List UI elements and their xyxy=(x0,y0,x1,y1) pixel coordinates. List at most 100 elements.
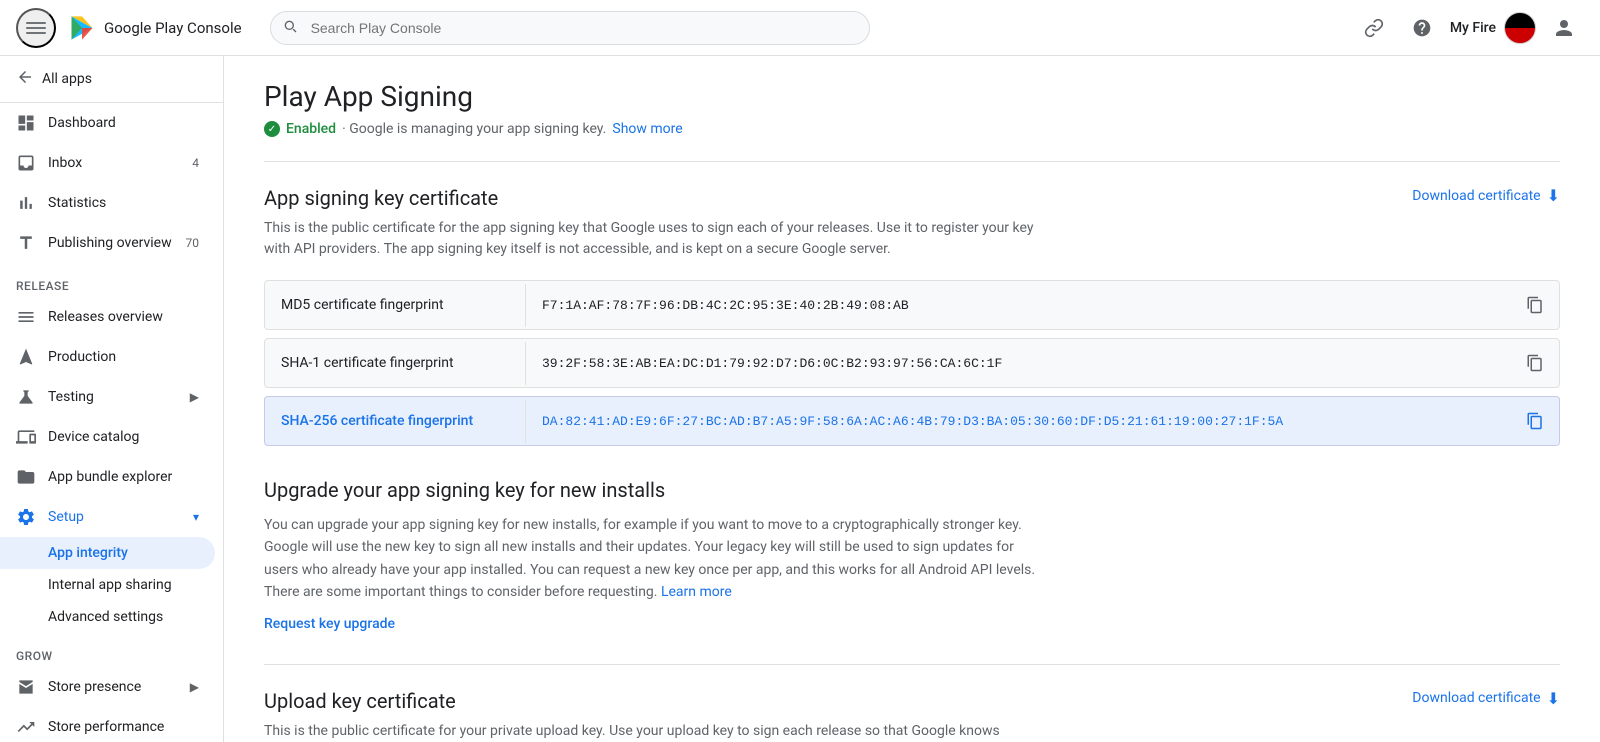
sidebar-item-label: Statistics xyxy=(48,195,106,211)
sidebar-item-setup[interactable]: Setup ▾ xyxy=(0,497,215,537)
sidebar-item-label: Publishing overview xyxy=(48,235,172,251)
menu-icon[interactable] xyxy=(16,8,56,48)
cert-row-sha256: SHA-256 certificate fingerprint DA:82:41… xyxy=(264,396,1560,446)
topbar-logo-text: Google Play Console xyxy=(104,19,242,37)
cert-sha256-label: SHA-256 certificate fingerprint xyxy=(265,399,525,443)
upload-cert-desc: This is the public certificate for your … xyxy=(264,721,1044,742)
sidebar-item-releases-overview[interactable]: Releases overview xyxy=(0,297,215,337)
sidebar-sub-label: Advanced settings xyxy=(48,609,163,625)
topbar: Google Play Console My Fire xyxy=(0,0,1600,56)
signing-cert-desc: This is the public certificate for the a… xyxy=(264,218,1044,260)
download-upload-cert-label: Download certificate xyxy=(1412,690,1540,706)
testing-icon xyxy=(16,387,36,407)
account-icon-button[interactable] xyxy=(1544,8,1584,48)
app-name-label: My Fire xyxy=(1450,20,1496,36)
inbox-badge: 4 xyxy=(192,156,199,170)
sidebar-item-label: Store presence xyxy=(48,679,141,695)
sidebar-item-label: Releases overview xyxy=(48,309,163,325)
page-title: Play App Signing xyxy=(264,80,1560,113)
store-presence-icon xyxy=(16,677,36,697)
sidebar-item-label: Device catalog xyxy=(48,429,139,445)
download-upload-icon: ⬇ xyxy=(1547,689,1560,708)
sidebar-item-store-presence[interactable]: Store presence ▶ xyxy=(0,667,215,707)
store-presence-expand-icon: ▶ xyxy=(190,680,199,694)
sidebar-item-publishing-overview[interactable]: Publishing overview 70 xyxy=(0,223,215,263)
sidebar-sub-item-internal-app-sharing[interactable]: Internal app sharing xyxy=(0,569,215,601)
sidebar-sub-item-advanced-settings[interactable]: Advanced settings xyxy=(0,601,215,633)
sidebar-item-store-performance[interactable]: Store performance xyxy=(0,707,215,742)
sidebar-item-statistics[interactable]: Statistics xyxy=(0,183,215,223)
divider-1 xyxy=(264,161,1560,162)
topbar-search-container xyxy=(270,11,870,45)
cert-sha1-label: SHA-1 certificate fingerprint xyxy=(265,341,525,385)
cert-sha1-value: 39:2F:58:3E:AB:EA:DC:D1:79:92:D7:D6:0C:B… xyxy=(525,342,1511,385)
sidebar-item-device-catalog[interactable]: Device catalog xyxy=(0,417,215,457)
upload-cert-section: Upload key certificate Download certific… xyxy=(264,689,1560,742)
device-catalog-icon xyxy=(16,427,36,447)
dashboard-icon xyxy=(16,113,36,133)
download-signing-cert-label: Download certificate xyxy=(1412,188,1540,204)
cert-row-sha1: SHA-1 certificate fingerprint 39:2F:58:3… xyxy=(264,338,1560,388)
search-icon xyxy=(282,18,298,38)
inbox-icon xyxy=(16,153,36,173)
sidebar-item-production[interactable]: Production xyxy=(0,337,215,377)
upgrade-title: Upgrade your app signing key for new ins… xyxy=(264,478,1560,502)
app-bundle-icon xyxy=(16,467,36,487)
sidebar: All apps Dashboard Inbox 4 Statistics xyxy=(0,56,224,742)
cert-md5-value: F7:1A:AF:78:7F:96:DB:4C:2C:95:3E:40:2B:4… xyxy=(525,284,1511,327)
cert-md5-copy-button[interactable] xyxy=(1511,281,1559,329)
production-icon xyxy=(16,347,36,367)
cert-md5-label: MD5 certificate fingerprint xyxy=(265,283,525,327)
sidebar-sub-label: Internal app sharing xyxy=(48,577,172,593)
topbar-right: My Fire xyxy=(1354,8,1584,48)
publishing-icon xyxy=(16,233,36,253)
main-content: Play App Signing Enabled · Google is man… xyxy=(224,56,1600,742)
learn-more-link[interactable]: Learn more xyxy=(661,584,732,600)
divider-2 xyxy=(264,664,1560,665)
sidebar-item-app-bundle-explorer[interactable]: App bundle explorer xyxy=(0,457,215,497)
signing-cert-header: App signing key certificate Download cer… xyxy=(264,186,1560,210)
search-input[interactable] xyxy=(270,11,870,45)
sidebar-item-dashboard[interactable]: Dashboard xyxy=(0,103,215,143)
status-enabled-icon xyxy=(264,121,280,137)
link-icon-button[interactable] xyxy=(1354,8,1394,48)
signing-cert-title: App signing key certificate xyxy=(264,186,498,210)
signing-cert-section: App signing key certificate Download cer… xyxy=(264,186,1560,446)
download-signing-icon: ⬇ xyxy=(1547,186,1560,205)
sidebar-item-label: Testing xyxy=(48,389,94,405)
publishing-badge: 70 xyxy=(186,236,200,250)
testing-expand-icon: ▶ xyxy=(190,390,199,404)
status-enabled-label: Enabled xyxy=(286,121,336,137)
download-upload-cert-button[interactable]: Download certificate ⬇ xyxy=(1412,689,1560,708)
upgrade-desc-text: You can upgrade your app signing key for… xyxy=(264,517,1035,600)
sidebar-item-inbox[interactable]: Inbox 4 xyxy=(0,143,215,183)
upload-cert-title: Upload key certificate xyxy=(264,689,456,713)
cert-sha256-copy-button[interactable] xyxy=(1511,397,1559,445)
sidebar-sub-item-app-integrity[interactable]: App integrity xyxy=(0,537,215,569)
show-more-link[interactable]: Show more xyxy=(612,121,682,137)
status-desc: · Google is managing your app signing ke… xyxy=(342,121,606,137)
statistics-icon xyxy=(16,193,36,213)
sidebar-item-label: Setup xyxy=(48,509,84,525)
cert-sha1-copy-button[interactable] xyxy=(1511,339,1559,387)
release-section-label: Release xyxy=(0,263,223,297)
back-icon xyxy=(16,68,34,90)
download-signing-cert-button[interactable]: Download certificate ⬇ xyxy=(1412,186,1560,205)
cert-sha256-value: DA:82:41:AD:E9:6F:27:BC:AD:B7:A5:9F:58:6… xyxy=(525,400,1511,443)
upgrade-desc: You can upgrade your app signing key for… xyxy=(264,514,1044,604)
app-body: All apps Dashboard Inbox 4 Statistics xyxy=(0,56,1600,742)
sidebar-item-testing[interactable]: Testing ▶ xyxy=(0,377,215,417)
upgrade-section: Upgrade your app signing key for new ins… xyxy=(264,478,1560,632)
back-to-all-apps[interactable]: All apps xyxy=(0,56,223,103)
status-bar: Enabled · Google is managing your app si… xyxy=(264,121,1560,137)
sidebar-item-label: App bundle explorer xyxy=(48,469,172,485)
cert-row-md5: MD5 certificate fingerprint F7:1A:AF:78:… xyxy=(264,280,1560,330)
avatar-flag[interactable] xyxy=(1504,12,1536,44)
setup-icon xyxy=(16,507,36,527)
setup-expand-icon: ▾ xyxy=(193,510,199,524)
topbar-logo[interactable]: Google Play Console xyxy=(68,14,242,42)
back-label: All apps xyxy=(42,71,92,87)
sidebar-item-label: Inbox xyxy=(48,155,82,171)
help-icon-button[interactable] xyxy=(1402,8,1442,48)
request-key-upgrade-link[interactable]: Request key upgrade xyxy=(264,616,395,632)
